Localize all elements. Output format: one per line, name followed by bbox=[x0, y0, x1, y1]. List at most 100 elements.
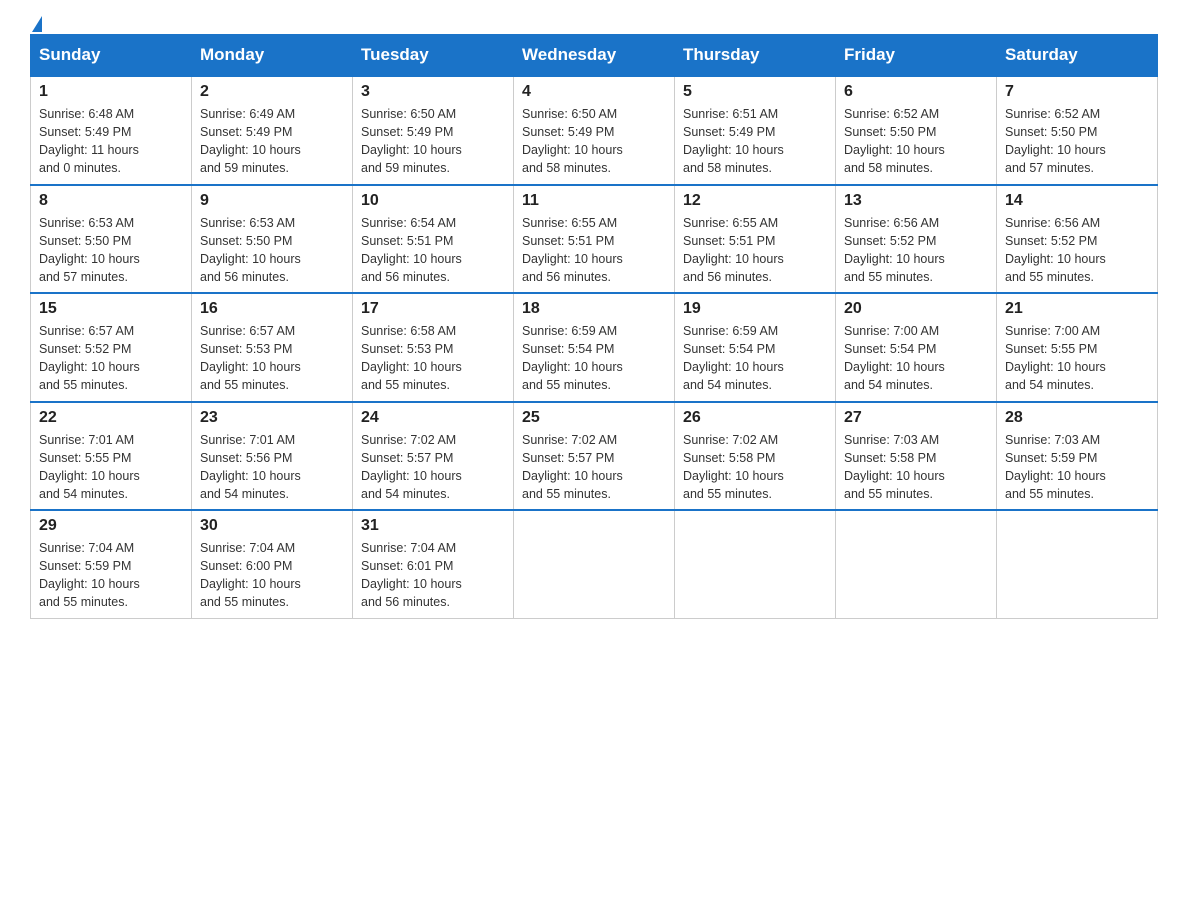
day-cell-7: 7 Sunrise: 6:52 AMSunset: 5:50 PMDaylight… bbox=[997, 76, 1158, 185]
day-number: 6 bbox=[844, 83, 988, 101]
day-number: 23 bbox=[200, 409, 344, 427]
page-header bbox=[30, 20, 1158, 24]
day-info: Sunrise: 6:51 AMSunset: 5:49 PMDaylight:… bbox=[683, 105, 827, 178]
day-info: Sunrise: 7:02 AMSunset: 5:58 PMDaylight:… bbox=[683, 431, 827, 504]
day-cell-29: 29 Sunrise: 7:04 AMSunset: 5:59 PMDayligh… bbox=[31, 510, 192, 618]
day-cell-6: 6Sunrise: 6:52 AMSunset: 5:50 PMDaylight… bbox=[836, 76, 997, 185]
logo bbox=[30, 20, 42, 24]
day-number: 12 bbox=[683, 192, 827, 210]
day-number: 25 bbox=[522, 409, 666, 427]
day-cell-24: 24Sunrise: 7:02 AMSunset: 5:57 PMDayligh… bbox=[353, 402, 514, 511]
day-number: 8 bbox=[39, 192, 183, 210]
day-info: Sunrise: 6:54 AMSunset: 5:51 PMDaylight:… bbox=[361, 214, 505, 287]
day-info: Sunrise: 7:01 AMSunset: 5:56 PMDaylight:… bbox=[200, 431, 344, 504]
day-info: Sunrise: 6:57 AMSunset: 5:52 PMDaylight:… bbox=[39, 322, 183, 395]
day-cell-10: 10 Sunrise: 6:54 AMSunset: 5:51 PMDayligh… bbox=[353, 185, 514, 294]
day-info: Sunrise: 6:59 AMSunset: 5:54 PMDaylight:… bbox=[522, 322, 666, 395]
day-cell-13: 13 Sunrise: 6:56 AMSunset: 5:52 PMDayligh… bbox=[836, 185, 997, 294]
day-number: 10 bbox=[361, 192, 505, 210]
day-info: Sunrise: 6:58 AMSunset: 5:53 PMDaylight:… bbox=[361, 322, 505, 395]
day-info: Sunrise: 6:59 AMSunset: 5:54 PMDaylight:… bbox=[683, 322, 827, 395]
day-number: 13 bbox=[844, 192, 988, 210]
day-header-tuesday: Tuesday bbox=[353, 35, 514, 77]
day-cell-28: 28 Sunrise: 7:03 AMSunset: 5:59 PMDayligh… bbox=[997, 402, 1158, 511]
day-number: 28 bbox=[1005, 409, 1149, 427]
day-number: 9 bbox=[200, 192, 344, 210]
day-cell-18: 18 Sunrise: 6:59 AMSunset: 5:54 PMDayligh… bbox=[514, 293, 675, 402]
day-cell-14: 14 Sunrise: 6:56 AMSunset: 5:52 PMDayligh… bbox=[997, 185, 1158, 294]
day-header-saturday: Saturday bbox=[997, 35, 1158, 77]
day-cell-9: 9 Sunrise: 6:53 AMSunset: 5:50 PMDaylight… bbox=[192, 185, 353, 294]
day-info: Sunrise: 7:03 AMSunset: 5:58 PMDaylight:… bbox=[844, 431, 988, 504]
day-info: Sunrise: 6:56 AMSunset: 5:52 PMDaylight:… bbox=[1005, 214, 1149, 287]
day-number: 1 bbox=[39, 83, 183, 101]
day-number: 7 bbox=[1005, 83, 1149, 101]
day-info: Sunrise: 7:03 AMSunset: 5:59 PMDaylight:… bbox=[1005, 431, 1149, 504]
calendar-table: SundayMondayTuesdayWednesdayThursdayFrid… bbox=[30, 34, 1158, 619]
day-cell-30: 30Sunrise: 7:04 AMSunset: 6:00 PMDayligh… bbox=[192, 510, 353, 618]
day-number: 2 bbox=[200, 83, 344, 101]
day-cell-4: 4 Sunrise: 6:50 AMSunset: 5:49 PMDaylight… bbox=[514, 76, 675, 185]
day-number: 3 bbox=[361, 83, 505, 101]
calendar-header-row: SundayMondayTuesdayWednesdayThursdayFrid… bbox=[31, 35, 1158, 77]
day-number: 26 bbox=[683, 409, 827, 427]
day-info: Sunrise: 6:49 AMSunset: 5:49 PMDaylight:… bbox=[200, 105, 344, 178]
day-number: 30 bbox=[200, 517, 344, 535]
day-number: 14 bbox=[1005, 192, 1149, 210]
day-number: 22 bbox=[39, 409, 183, 427]
day-info: Sunrise: 7:04 AMSunset: 6:01 PMDaylight:… bbox=[361, 539, 505, 612]
day-cell-19: 19Sunrise: 6:59 AMSunset: 5:54 PMDayligh… bbox=[675, 293, 836, 402]
day-number: 16 bbox=[200, 300, 344, 318]
day-info: Sunrise: 6:57 AMSunset: 5:53 PMDaylight:… bbox=[200, 322, 344, 395]
day-cell-22: 22 Sunrise: 7:01 AMSunset: 5:55 PMDayligh… bbox=[31, 402, 192, 511]
day-number: 17 bbox=[361, 300, 505, 318]
day-info: Sunrise: 6:56 AMSunset: 5:52 PMDaylight:… bbox=[844, 214, 988, 287]
day-info: Sunrise: 6:50 AMSunset: 5:49 PMDaylight:… bbox=[522, 105, 666, 178]
day-header-thursday: Thursday bbox=[675, 35, 836, 77]
day-number: 27 bbox=[844, 409, 988, 427]
day-cell-25: 25 Sunrise: 7:02 AMSunset: 5:57 PMDayligh… bbox=[514, 402, 675, 511]
day-info: Sunrise: 7:00 AMSunset: 5:55 PMDaylight:… bbox=[1005, 322, 1149, 395]
day-header-friday: Friday bbox=[836, 35, 997, 77]
day-cell-1: 1 Sunrise: 6:48 AMSunset: 5:49 PMDaylight… bbox=[31, 76, 192, 185]
day-header-sunday: Sunday bbox=[31, 35, 192, 77]
day-info: Sunrise: 6:53 AMSunset: 5:50 PMDaylight:… bbox=[39, 214, 183, 287]
day-cell-11: 11 Sunrise: 6:55 AMSunset: 5:51 PMDayligh… bbox=[514, 185, 675, 294]
day-number: 29 bbox=[39, 517, 183, 535]
day-cell-20: 20 Sunrise: 7:00 AMSunset: 5:54 PMDayligh… bbox=[836, 293, 997, 402]
day-cell-2: 2 Sunrise: 6:49 AMSunset: 5:49 PMDaylight… bbox=[192, 76, 353, 185]
day-number: 21 bbox=[1005, 300, 1149, 318]
day-cell-5: 5 Sunrise: 6:51 AMSunset: 5:49 PMDaylight… bbox=[675, 76, 836, 185]
day-info: Sunrise: 6:48 AMSunset: 5:49 PMDaylight:… bbox=[39, 105, 183, 178]
day-number: 11 bbox=[522, 192, 666, 210]
week-row-2: 8 Sunrise: 6:53 AMSunset: 5:50 PMDaylight… bbox=[31, 185, 1158, 294]
day-number: 5 bbox=[683, 83, 827, 101]
day-cell-15: 15 Sunrise: 6:57 AMSunset: 5:52 PMDayligh… bbox=[31, 293, 192, 402]
day-cell-26: 26 Sunrise: 7:02 AMSunset: 5:58 PMDayligh… bbox=[675, 402, 836, 511]
day-number: 31 bbox=[361, 517, 505, 535]
week-row-4: 22 Sunrise: 7:01 AMSunset: 5:55 PMDayligh… bbox=[31, 402, 1158, 511]
day-cell-21: 21 Sunrise: 7:00 AMSunset: 5:55 PMDayligh… bbox=[997, 293, 1158, 402]
day-info: Sunrise: 7:02 AMSunset: 5:57 PMDaylight:… bbox=[522, 431, 666, 504]
day-cell-31: 31 Sunrise: 7:04 AMSunset: 6:01 PMDayligh… bbox=[353, 510, 514, 618]
day-info: Sunrise: 7:00 AMSunset: 5:54 PMDaylight:… bbox=[844, 322, 988, 395]
day-cell-3: 3Sunrise: 6:50 AMSunset: 5:49 PMDaylight… bbox=[353, 76, 514, 185]
day-info: Sunrise: 7:01 AMSunset: 5:55 PMDaylight:… bbox=[39, 431, 183, 504]
day-info: Sunrise: 7:02 AMSunset: 5:57 PMDaylight:… bbox=[361, 431, 505, 504]
day-info: Sunrise: 6:52 AMSunset: 5:50 PMDaylight:… bbox=[1005, 105, 1149, 178]
day-number: 4 bbox=[522, 83, 666, 101]
day-info: Sunrise: 6:53 AMSunset: 5:50 PMDaylight:… bbox=[200, 214, 344, 287]
week-row-5: 29 Sunrise: 7:04 AMSunset: 5:59 PMDayligh… bbox=[31, 510, 1158, 618]
day-info: Sunrise: 7:04 AMSunset: 5:59 PMDaylight:… bbox=[39, 539, 183, 612]
day-number: 15 bbox=[39, 300, 183, 318]
day-header-wednesday: Wednesday bbox=[514, 35, 675, 77]
day-info: Sunrise: 6:55 AMSunset: 5:51 PMDaylight:… bbox=[522, 214, 666, 287]
day-cell-8: 8 Sunrise: 6:53 AMSunset: 5:50 PMDaylight… bbox=[31, 185, 192, 294]
day-number: 20 bbox=[844, 300, 988, 318]
week-row-3: 15 Sunrise: 6:57 AMSunset: 5:52 PMDayligh… bbox=[31, 293, 1158, 402]
day-info: Sunrise: 6:55 AMSunset: 5:51 PMDaylight:… bbox=[683, 214, 827, 287]
empty-cell bbox=[514, 510, 675, 618]
day-number: 18 bbox=[522, 300, 666, 318]
day-cell-27: 27 Sunrise: 7:03 AMSunset: 5:58 PMDayligh… bbox=[836, 402, 997, 511]
empty-cell bbox=[997, 510, 1158, 618]
